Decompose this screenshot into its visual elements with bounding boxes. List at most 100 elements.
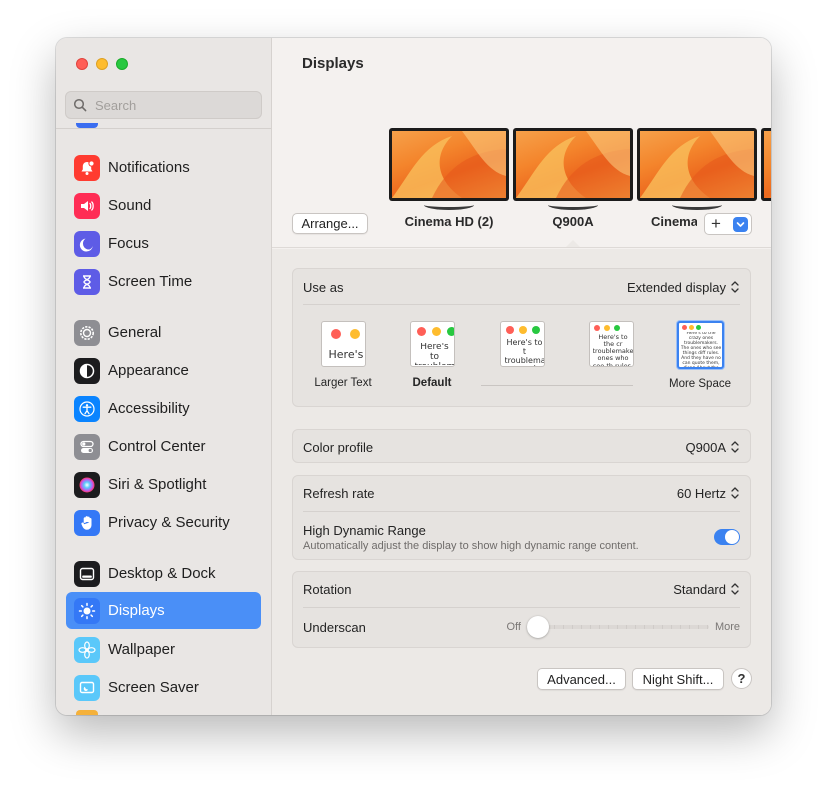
siri-icon [74,471,100,498]
resolution-option[interactable]: Here's to t troublema ones who [489,321,555,377]
resolution-thumbnail: Here's to the crazy ones troublemakers. … [676,321,724,369]
rotation-popup[interactable]: Standard [673,581,740,597]
color-profile-group: Color profile Q900A [292,429,751,463]
minimize-window-button[interactable] [96,58,108,70]
advanced-button[interactable]: Advanced... [537,668,626,690]
main-pane: Displays Arrange... Cinema HD (2) Q900A … [272,38,771,715]
wallpaper-preview [516,131,630,198]
zoom-window-button[interactable] [116,58,128,70]
sidebar-item-accessibility[interactable]: Accessibility [66,390,261,427]
sidebar-item-label: Appearance [108,362,189,379]
sidebar-item-appearance[interactable]: Appearance [66,352,261,389]
sidebar-item-desktop-dock[interactable]: Desktop & Dock [66,555,261,592]
resolution-option-selected[interactable]: Here's to the crazy ones troublemakers. … [666,321,734,390]
wallpaper-preview [640,131,754,198]
sidebar-item-label: Sound [108,197,152,214]
sidebar-item-label: Siri & Spotlight [108,476,207,493]
sidebar-item-privacy-security[interactable]: Privacy & Security [66,504,261,541]
resolution-sample-text: Here's to the cr troublemakers. ones who… [592,334,634,366]
sidebar-item-screen-time[interactable]: Screen Time [66,263,261,300]
search-input[interactable] [95,97,255,113]
refresh-hdr-group: Refresh rate 60 Hertz High Dynamic Range… [292,475,751,560]
popup-chevron-icon [731,583,739,595]
search-field[interactable] [65,91,262,119]
screensaver-icon [74,674,100,701]
underscan-label: Underscan [303,619,366,635]
sidebar-item-label: Desktop & Dock [108,565,216,582]
underscan-slider[interactable]: Off More [506,616,740,638]
sidebar-item-label: General [108,324,162,341]
hand-icon [74,509,100,536]
gear-icon [74,319,100,346]
use-as-popup[interactable]: Extended display [627,279,740,295]
resolution-sample-text: Here's to troublem [415,343,454,365]
resolution-option[interactable]: Here's to the cr troublemakers. ones who… [578,321,644,377]
bell-icon [74,154,100,181]
add-display-button[interactable]: + [704,213,752,235]
appearance-icon [74,357,100,384]
sidebar-divider [56,128,271,129]
color-profile-value: Q900A [685,439,726,455]
use-as-group: Use as Extended display Here's Larger Te… [292,268,751,407]
dock-icon [74,560,100,587]
sidebar-item-label: Displays [108,602,165,619]
night-shift-button[interactable]: Night Shift... [632,668,724,690]
resolution-thumbnail: Here's [320,321,366,367]
display-thumbnail-partial[interactable] [761,128,771,212]
toggles-icon [74,433,100,460]
display-label[interactable]: Cinema HD (2) [389,214,509,229]
sidebar-item-wallpaper[interactable]: Wallpaper [66,631,261,668]
sidebar-item-screen-saver[interactable]: Screen Saver [66,669,261,706]
underscan-max-label: More [714,621,740,633]
underscan-knob[interactable] [526,616,549,638]
plus-icon: + [711,214,721,233]
speaker-icon [74,192,100,219]
use-as-value: Extended display [626,279,726,295]
resolution-option[interactable]: Here's to troublem Default [399,321,465,389]
popup-chevron-icon [731,441,739,453]
sidebar-item-general[interactable]: General [66,314,261,351]
display-thumbnail-cinema-hd-2[interactable] [389,128,509,212]
resolution-slider-track [481,385,633,386]
partial-sidebar-item-icon [76,710,98,715]
hdr-description: Automatically adjust the display to show… [303,539,639,552]
refresh-rate-popup[interactable]: 60 Hertz [677,485,740,501]
sidebar-item-label: Focus [108,235,149,252]
sidebar-item-notifications[interactable]: Notifications [66,149,261,186]
search-icon [73,98,87,112]
chevron-down-icon[interactable] [733,216,748,232]
display-thumbnail-cinema[interactable] [637,128,757,212]
color-profile-label: Color profile [303,439,374,455]
resolution-thumbnail: Here's to t troublema ones who [499,321,545,367]
accessibility-icon [74,395,100,422]
sun-icon [74,597,100,624]
sidebar-item-label: Notifications [108,159,190,176]
hdr-toggle[interactable] [714,529,740,545]
color-profile-popup[interactable]: Q900A [686,439,740,455]
sidebar-item-label: Privacy & Security [108,514,230,531]
sidebar-item-label: Control Center [108,438,206,455]
sidebar-item-siri-spotlight[interactable]: Siri & Spotlight [66,466,261,503]
sidebar-item-label: Screen Saver [108,679,199,696]
display-label-selected[interactable]: Q900A [513,214,633,229]
sidebar-item-displays[interactable]: Displays [66,592,261,629]
sidebar-item-focus[interactable]: Focus [66,225,261,262]
display-thumbnail-q900a[interactable] [513,128,633,212]
underscan-track[interactable] [526,616,709,638]
close-window-button[interactable] [76,58,88,70]
help-button[interactable]: ? [731,668,752,689]
resolution-thumbnail: Here's to the cr troublemakers. ones who… [588,321,634,367]
sidebar-item-control-center[interactable]: Control Center [66,428,261,465]
resolution-option[interactable]: Here's Larger Text [309,321,377,389]
partial-sidebar-item-icon [76,123,98,128]
selected-display-pointer [564,240,582,247]
hdr-label: High Dynamic Range [303,522,426,538]
popup-chevron-icon [731,487,739,499]
flower-icon [74,636,100,663]
display-label[interactable]: Cinema [637,214,697,229]
sidebar-item-sound[interactable]: Sound [66,187,261,224]
resolution-thumbnail: Here's to troublem [409,321,455,367]
arrange-button[interactable]: Arrange... [292,213,368,234]
hourglass-icon [74,268,100,295]
resolution-sample-text: Here's [328,349,364,361]
